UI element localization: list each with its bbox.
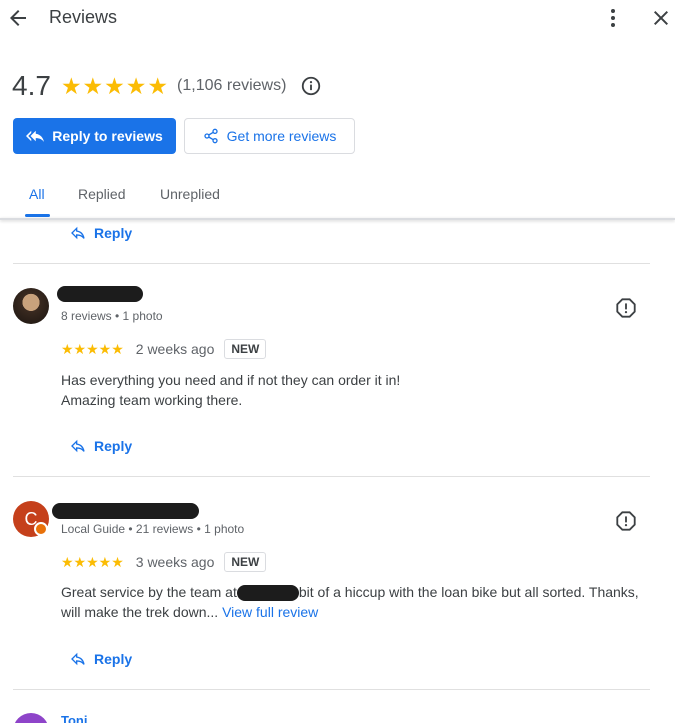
tabs-divider xyxy=(0,218,675,220)
review-stars: ★★★★★ xyxy=(61,340,124,357)
review-divider xyxy=(13,263,650,264)
review-time: 3 weeks ago xyxy=(135,554,215,570)
reply-button[interactable]: Reply xyxy=(70,225,132,241)
review-text-line: Amazing team working there. xyxy=(61,392,243,408)
redacted-business-name xyxy=(236,585,299,602)
reply-icon xyxy=(71,439,85,453)
review-text: Great service by the team at bit of a hic… xyxy=(61,582,651,622)
info-icon[interactable] xyxy=(300,75,322,97)
rating-stars: ★★★★★ xyxy=(60,72,170,99)
reply-all-icon xyxy=(26,130,45,142)
close-icon[interactable] xyxy=(649,6,673,30)
reply-label: Reply xyxy=(94,438,133,454)
average-rating: 4.7 xyxy=(12,70,51,101)
report-icon[interactable] xyxy=(615,297,637,319)
new-badge: NEW xyxy=(224,552,267,572)
review-time: 2 weeks ago xyxy=(135,341,215,357)
new-badge: NEW xyxy=(224,339,267,359)
reply-icon xyxy=(71,652,85,666)
reply-button[interactable]: Reply xyxy=(70,651,132,667)
local-guide-badge-icon xyxy=(34,522,48,536)
reviewer-meta: 8 reviews • 1 photo xyxy=(61,309,163,323)
redacted-reviewer-name xyxy=(57,286,143,302)
reply-to-reviews-label: Reply to reviews xyxy=(52,128,163,144)
active-tab-indicator xyxy=(25,214,50,217)
review-divider xyxy=(13,476,650,477)
top-bar: Reviews xyxy=(0,0,675,40)
get-more-reviews-button[interactable]: Get more reviews xyxy=(184,118,355,154)
view-full-review-link[interactable]: View full review xyxy=(222,604,318,620)
share-icon xyxy=(203,128,218,144)
tab-replied[interactable]: Replied xyxy=(78,186,125,202)
reply-icon xyxy=(71,226,85,240)
report-icon[interactable] xyxy=(615,510,637,532)
review-text-line: Has everything you need and if not they … xyxy=(61,372,401,388)
review-count: (1,106 reviews) xyxy=(177,77,287,94)
reviewer-meta: Local Guide • 21 reviews • 1 photo xyxy=(61,522,245,536)
review-rating-line: ★★★★★ 2 weeks ago NEW xyxy=(61,339,267,359)
avatar[interactable] xyxy=(13,288,49,324)
review-text-line: will make the trek down... View full rev… xyxy=(61,602,651,622)
page-title: Reviews xyxy=(49,7,118,27)
more-options-icon[interactable] xyxy=(601,6,625,30)
rating-summary: 4.7 ★★★★★ (1,106 reviews) xyxy=(12,69,322,103)
review-text-part: Great service by the team at xyxy=(61,584,237,600)
reply-label: Reply xyxy=(94,225,133,241)
redacted-reviewer-name xyxy=(52,503,199,519)
reviewer-name[interactable]: Toni xyxy=(61,713,87,723)
tab-unreplied[interactable]: Unreplied xyxy=(160,186,220,202)
review-text-part: bit of a hiccup with the loan bike but a… xyxy=(298,584,639,600)
review-text-line: Great service by the team at bit of a hic… xyxy=(61,582,651,602)
review-divider xyxy=(13,689,650,690)
reply-button[interactable]: Reply xyxy=(70,438,132,454)
review-rating-line: ★★★★★ 3 weeks ago NEW xyxy=(61,552,267,572)
reply-to-reviews-button[interactable]: Reply to reviews xyxy=(13,118,176,154)
reply-label: Reply xyxy=(94,651,133,667)
review-stars: ★★★★★ xyxy=(61,553,124,570)
review-text: Has everything you need and if not they … xyxy=(61,370,651,410)
get-more-reviews-label: Get more reviews xyxy=(226,128,337,144)
review-text-part: will make the trek down... xyxy=(61,604,219,620)
back-arrow-icon[interactable] xyxy=(6,6,30,30)
tab-all[interactable]: All xyxy=(29,186,45,202)
review-filter-tabs: All Replied Unreplied xyxy=(0,176,675,218)
avatar[interactable] xyxy=(13,713,49,723)
